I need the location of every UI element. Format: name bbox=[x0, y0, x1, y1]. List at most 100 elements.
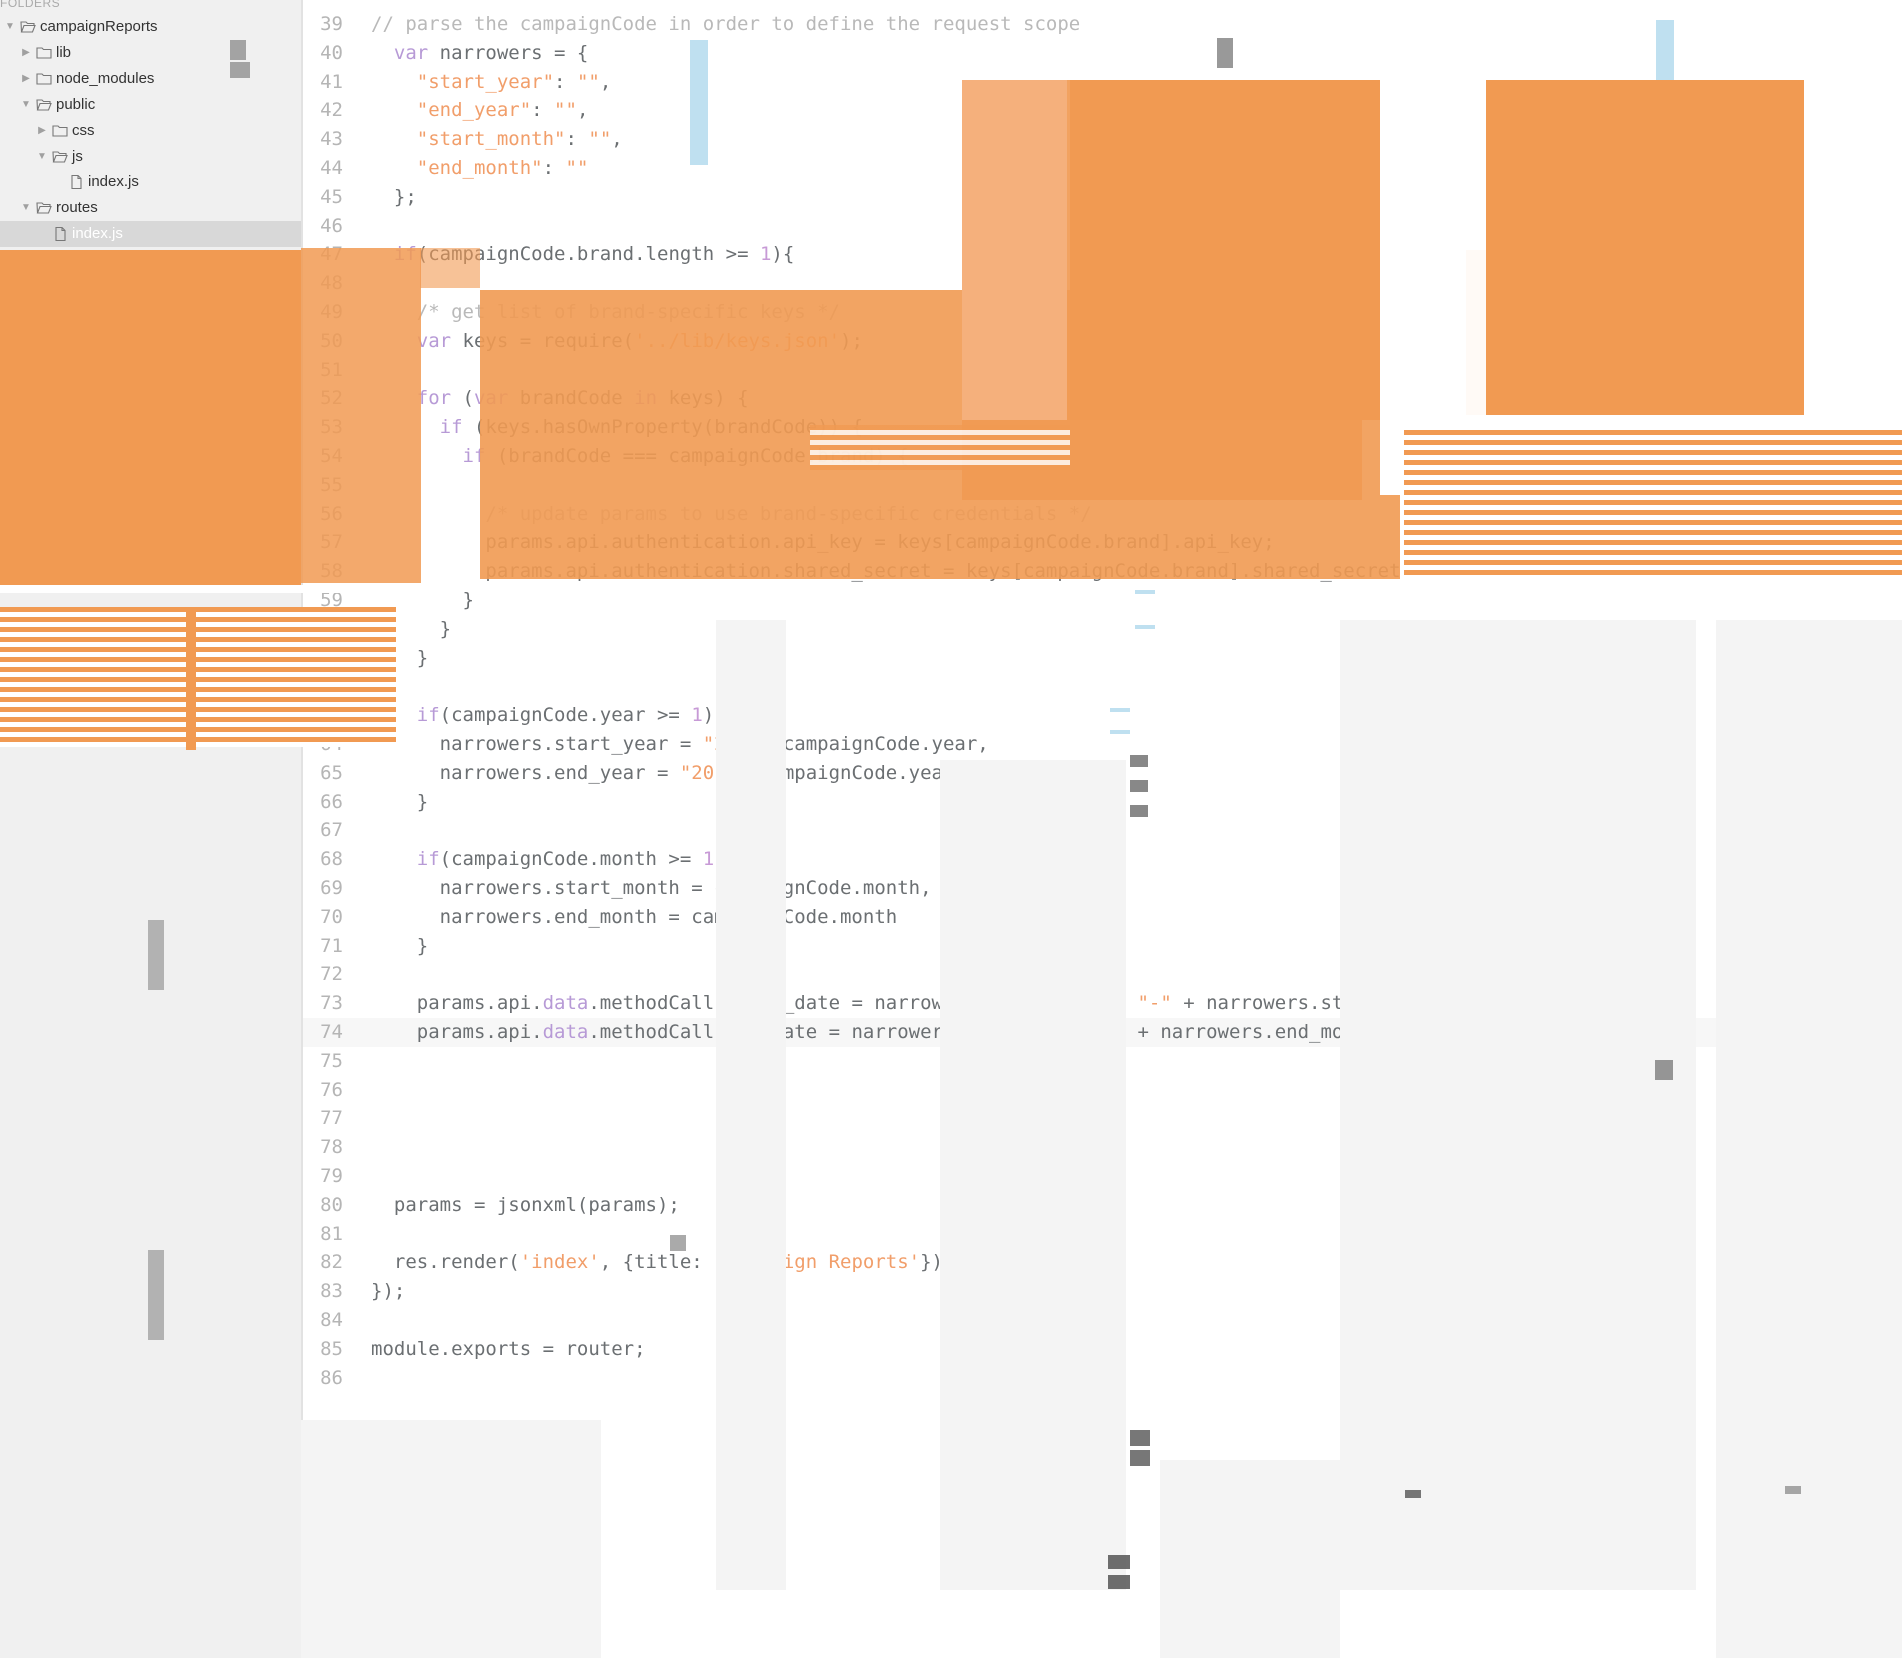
line-number: 57 bbox=[320, 531, 343, 554]
tree-file-index-js[interactable]: index.js bbox=[0, 169, 301, 195]
code-text: res.render('index', {title: 'Campaign Re… bbox=[371, 1251, 955, 1274]
code-line[interactable]: 70 narrowers.end_month = campaignCode.mo… bbox=[303, 903, 1902, 932]
code-text: }); bbox=[371, 1280, 406, 1303]
tree-folder-js[interactable]: ▼ js bbox=[0, 144, 301, 170]
tree-file-index-js[interactable]: index.js bbox=[0, 221, 301, 248]
tree-item-label: routes bbox=[56, 199, 98, 217]
code-line[interactable]: 68 if(campaignCode.month >= 1){ bbox=[303, 845, 1902, 874]
code-line[interactable]: 67 bbox=[303, 816, 1902, 845]
code-text: /* update params to use brand-specific c… bbox=[371, 502, 1092, 525]
code-line[interactable]: 79 bbox=[303, 1162, 1902, 1191]
tree-item-label: lib bbox=[56, 43, 72, 61]
code-line[interactable]: 66 } bbox=[303, 788, 1902, 817]
folder-icon bbox=[36, 73, 52, 85]
code-line[interactable]: 65 narrowers.end_year = "20" + campaignC… bbox=[303, 759, 1902, 788]
code-line[interactable]: 77 bbox=[303, 1104, 1902, 1133]
code-line[interactable]: 40 var narrowers = { bbox=[303, 39, 1902, 68]
code-line[interactable]: 47 if(campaignCode.brand.length >= 1){ bbox=[303, 240, 1902, 269]
file-icon bbox=[39, 304, 50, 319]
tree-file-index-ejs[interactable]: index.ejs bbox=[0, 273, 301, 299]
code-line[interactable]: 71 } bbox=[303, 932, 1902, 961]
tree-folder-lib[interactable]: ▶ lib bbox=[0, 40, 301, 66]
disclosure-open-icon[interactable]: ▼ bbox=[36, 144, 48, 170]
code-line[interactable]: 61 } bbox=[303, 644, 1902, 673]
code-line[interactable]: 64 narrowers.start_year = "20" + campaig… bbox=[303, 730, 1902, 759]
code-line[interactable]: 56 /* update params to use brand-specifi… bbox=[303, 500, 1902, 529]
line-number: 67 bbox=[320, 819, 343, 842]
tree-file-package-json[interactable]: package.json bbox=[0, 351, 301, 377]
code-line[interactable]: 57 params.api.authentication.api_key = k… bbox=[303, 528, 1902, 557]
code-line[interactable]: 69 narrowers.start_month = campaignCode.… bbox=[303, 874, 1902, 903]
code-line[interactable]: 52 for (var brandCode in keys) { bbox=[303, 384, 1902, 413]
code-line[interactable]: 74 params.api.data.methodCall.end_date =… bbox=[303, 1018, 1902, 1047]
disclosure-closed-icon[interactable]: ▶ bbox=[20, 40, 32, 66]
code-line[interactable]: 58 params.api.authentication.shared_secr… bbox=[303, 557, 1902, 586]
code-line[interactable]: 50 var keys = require('../lib/keys.json'… bbox=[303, 327, 1902, 356]
line-number: 51 bbox=[320, 358, 343, 381]
code-line[interactable]: 73 params.api.data.methodCall.start_date… bbox=[303, 989, 1902, 1018]
code-line[interactable]: 55 bbox=[303, 471, 1902, 500]
tree-folder-public[interactable]: ▼ public bbox=[0, 92, 301, 118]
code-line[interactable]: 84 bbox=[303, 1306, 1902, 1335]
code-line[interactable]: 76 bbox=[303, 1076, 1902, 1105]
folder-open-icon bbox=[36, 99, 52, 111]
disclosure-open-icon[interactable]: ▼ bbox=[20, 92, 32, 118]
code-line[interactable]: 54 if (brandCode === campaignCode.brand)… bbox=[303, 442, 1902, 471]
code-line[interactable]: 41 "start_year": "", bbox=[303, 68, 1902, 97]
code-line[interactable]: 42 "end_year": "", bbox=[303, 96, 1902, 125]
code-line[interactable]: 59 } bbox=[303, 586, 1902, 615]
tree-item-label: roadMap.md bbox=[56, 380, 141, 398]
line-number: 62 bbox=[320, 675, 343, 698]
disclosure-open-icon[interactable]: ▼ bbox=[4, 14, 16, 40]
line-number: 44 bbox=[320, 157, 343, 179]
tree-file-app-js[interactable]: app.js bbox=[0, 325, 301, 351]
tree-folder-routes[interactable]: ▼ routes bbox=[0, 195, 301, 221]
line-number: 58 bbox=[320, 560, 343, 583]
code-line[interactable]: 45 }; bbox=[303, 183, 1902, 212]
tree-folder-css[interactable]: ▶ css bbox=[0, 118, 301, 144]
line-number: 46 bbox=[320, 214, 343, 237]
code-line[interactable]: 75 bbox=[303, 1047, 1902, 1076]
line-number: 84 bbox=[320, 1309, 343, 1331]
tree-item-label: app.js bbox=[56, 328, 97, 346]
tree-item-label: index.js bbox=[72, 225, 123, 243]
line-number: 71 bbox=[320, 934, 343, 957]
code-editor[interactable]: 39 // parse the campaignCode in order to … bbox=[303, 0, 1902, 1658]
code-line[interactable]: 63 if(campaignCode.year >= 1){ bbox=[303, 701, 1902, 730]
code-line[interactable]: 48 bbox=[303, 269, 1902, 298]
code-line[interactable]: 78 bbox=[303, 1133, 1902, 1162]
line-number: 85 bbox=[320, 1337, 343, 1360]
code-line[interactable]: 83}); bbox=[303, 1277, 1902, 1306]
disclosure-closed-icon[interactable]: ▶ bbox=[20, 66, 32, 92]
file-icon bbox=[39, 356, 50, 371]
disclosure-open-icon[interactable]: ▼ bbox=[20, 195, 32, 221]
code-line[interactable]: 62 bbox=[303, 672, 1902, 701]
tree-file-gitignore[interactable]: .gitignore bbox=[0, 299, 301, 325]
disclosure-open-icon[interactable]: ▼ bbox=[20, 247, 32, 273]
code-line[interactable]: 53 if (keys.hasOwnProperty(brandCode)) { bbox=[303, 413, 1902, 442]
tree-item-label: index.js bbox=[88, 173, 139, 191]
code-line[interactable]: 81 bbox=[303, 1220, 1902, 1249]
code-text: params.api.data.methodCall.end_date = na… bbox=[371, 1021, 1481, 1043]
code-line[interactable]: 72 bbox=[303, 960, 1902, 989]
line-number: 43 bbox=[320, 128, 343, 151]
code-line[interactable]: 60 } bbox=[303, 615, 1902, 644]
code-line[interactable]: 80 params = jsonxml(params); bbox=[303, 1191, 1902, 1220]
line-number: 79 bbox=[320, 1165, 343, 1187]
code-line[interactable]: 86 bbox=[303, 1364, 1902, 1393]
code-line[interactable]: 49 /* get list of brand-specific keys */ bbox=[303, 298, 1902, 327]
disclosure-closed-icon[interactable]: ▶ bbox=[36, 118, 48, 144]
code-line[interactable]: 39 // parse the campaignCode in order to … bbox=[303, 10, 1902, 39]
tree-file-roadmap-md[interactable]: roadMap.md bbox=[0, 377, 301, 403]
code-line[interactable]: 46 bbox=[303, 212, 1902, 241]
code-line[interactable]: 44 "end_month": "" bbox=[303, 154, 1902, 183]
tree-folder-campaignreports[interactable]: ▼ campaignReports bbox=[0, 14, 301, 40]
code-line[interactable]: 85 module.exports = router; bbox=[303, 1335, 1902, 1364]
line-number: 39 bbox=[320, 13, 343, 35]
code-line[interactable]: 43 "start_month": "", bbox=[303, 125, 1902, 154]
file-icon bbox=[71, 175, 82, 190]
tree-folder-node-modules[interactable]: ▶ node_modules bbox=[0, 66, 301, 92]
code-line[interactable]: 82 res.render('index', {title: 'Campaign… bbox=[303, 1248, 1902, 1277]
code-line[interactable]: 51 bbox=[303, 356, 1902, 385]
tree-folder-views[interactable]: ▼ views bbox=[0, 247, 301, 273]
